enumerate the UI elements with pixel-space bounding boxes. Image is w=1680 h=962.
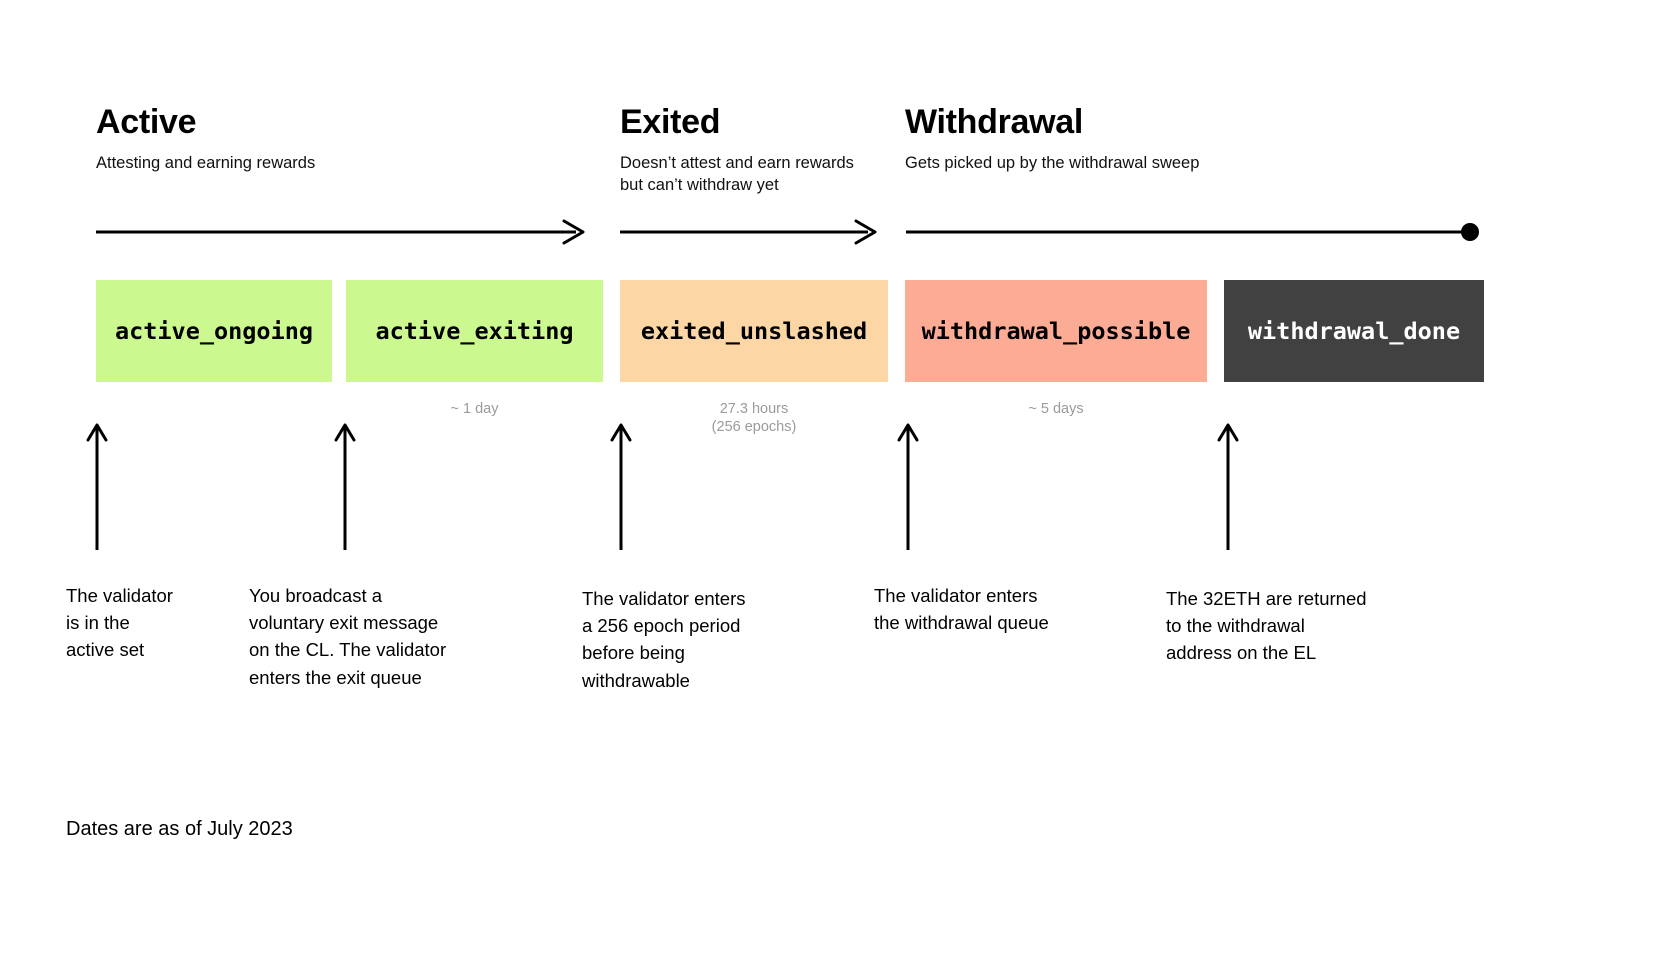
phase-heading-active: Active Attesting and earning rewards	[96, 103, 596, 174]
timeline-arrow-active	[96, 219, 586, 245]
phase-heading-exited: Exited Doesn’t attest and earn rewards b…	[620, 103, 895, 196]
phase-subtitle: Doesn’t attest and earn rewards but can’…	[620, 153, 854, 194]
phase-title: Active	[96, 103, 197, 141]
note-active-set: The validator is in the active set	[66, 585, 173, 661]
note-exit-broadcast: You broadcast a voluntary exit message o…	[249, 585, 447, 688]
phase-subtitle: Gets picked up by the withdrawal sweep	[905, 153, 1200, 172]
pointer-arrow-withdrawal-queue	[897, 422, 919, 550]
timeline-arrow-exited	[620, 219, 878, 245]
pointer-arrow-exit-broadcast	[334, 422, 356, 550]
status-box-withdrawal-done[interactable]: withdrawal_done	[1224, 280, 1484, 382]
pointer-arrow-active-set	[86, 422, 108, 550]
diagram-canvas: Active Attesting and earning rewards Exi…	[0, 0, 1680, 962]
status-label: exited_unslashed	[640, 317, 868, 345]
note-eth-returned: The 32ETH are returned to the withdrawal…	[1166, 588, 1367, 664]
status-box-active-exiting[interactable]: active_exiting	[346, 280, 603, 382]
status-box-active-ongoing[interactable]: active_ongoing	[96, 280, 332, 382]
status-box-withdrawal-possible[interactable]: withdrawal_possible	[905, 280, 1207, 382]
duration-active-exiting: ~ 1 day	[450, 401, 499, 417]
pointer-arrow-epoch-period	[610, 422, 632, 550]
status-box-exited-unslashed[interactable]: exited_unslashed	[620, 280, 888, 382]
timeline-end-dot	[1461, 223, 1479, 241]
status-label: active_ongoing	[114, 317, 314, 345]
phase-title: Withdrawal	[905, 103, 1084, 141]
phase-title: Exited	[620, 103, 721, 141]
timeline-arrow-withdrawal	[906, 220, 1484, 244]
status-label: active_exiting	[375, 317, 574, 345]
pointer-arrow-eth-returned	[1217, 422, 1239, 550]
note-withdrawal-queue: The validator enters the withdrawal queu…	[874, 585, 1049, 634]
duration-withdrawal-possible: ~ 5 days	[1028, 401, 1084, 417]
note-epoch-period: The validator enters a 256 epoch period …	[582, 588, 746, 691]
phase-subtitle: Attesting and earning rewards	[96, 153, 316, 172]
footer-note: Dates are as of July 2023	[66, 818, 293, 840]
status-label: withdrawal_possible	[921, 317, 1191, 345]
duration-exited-unslashed: 27.3 hours (256 epochs)	[711, 401, 797, 436]
status-label: withdrawal_done	[1247, 317, 1461, 345]
phase-heading-withdrawal: Withdrawal Gets picked up by the withdra…	[905, 103, 1425, 174]
